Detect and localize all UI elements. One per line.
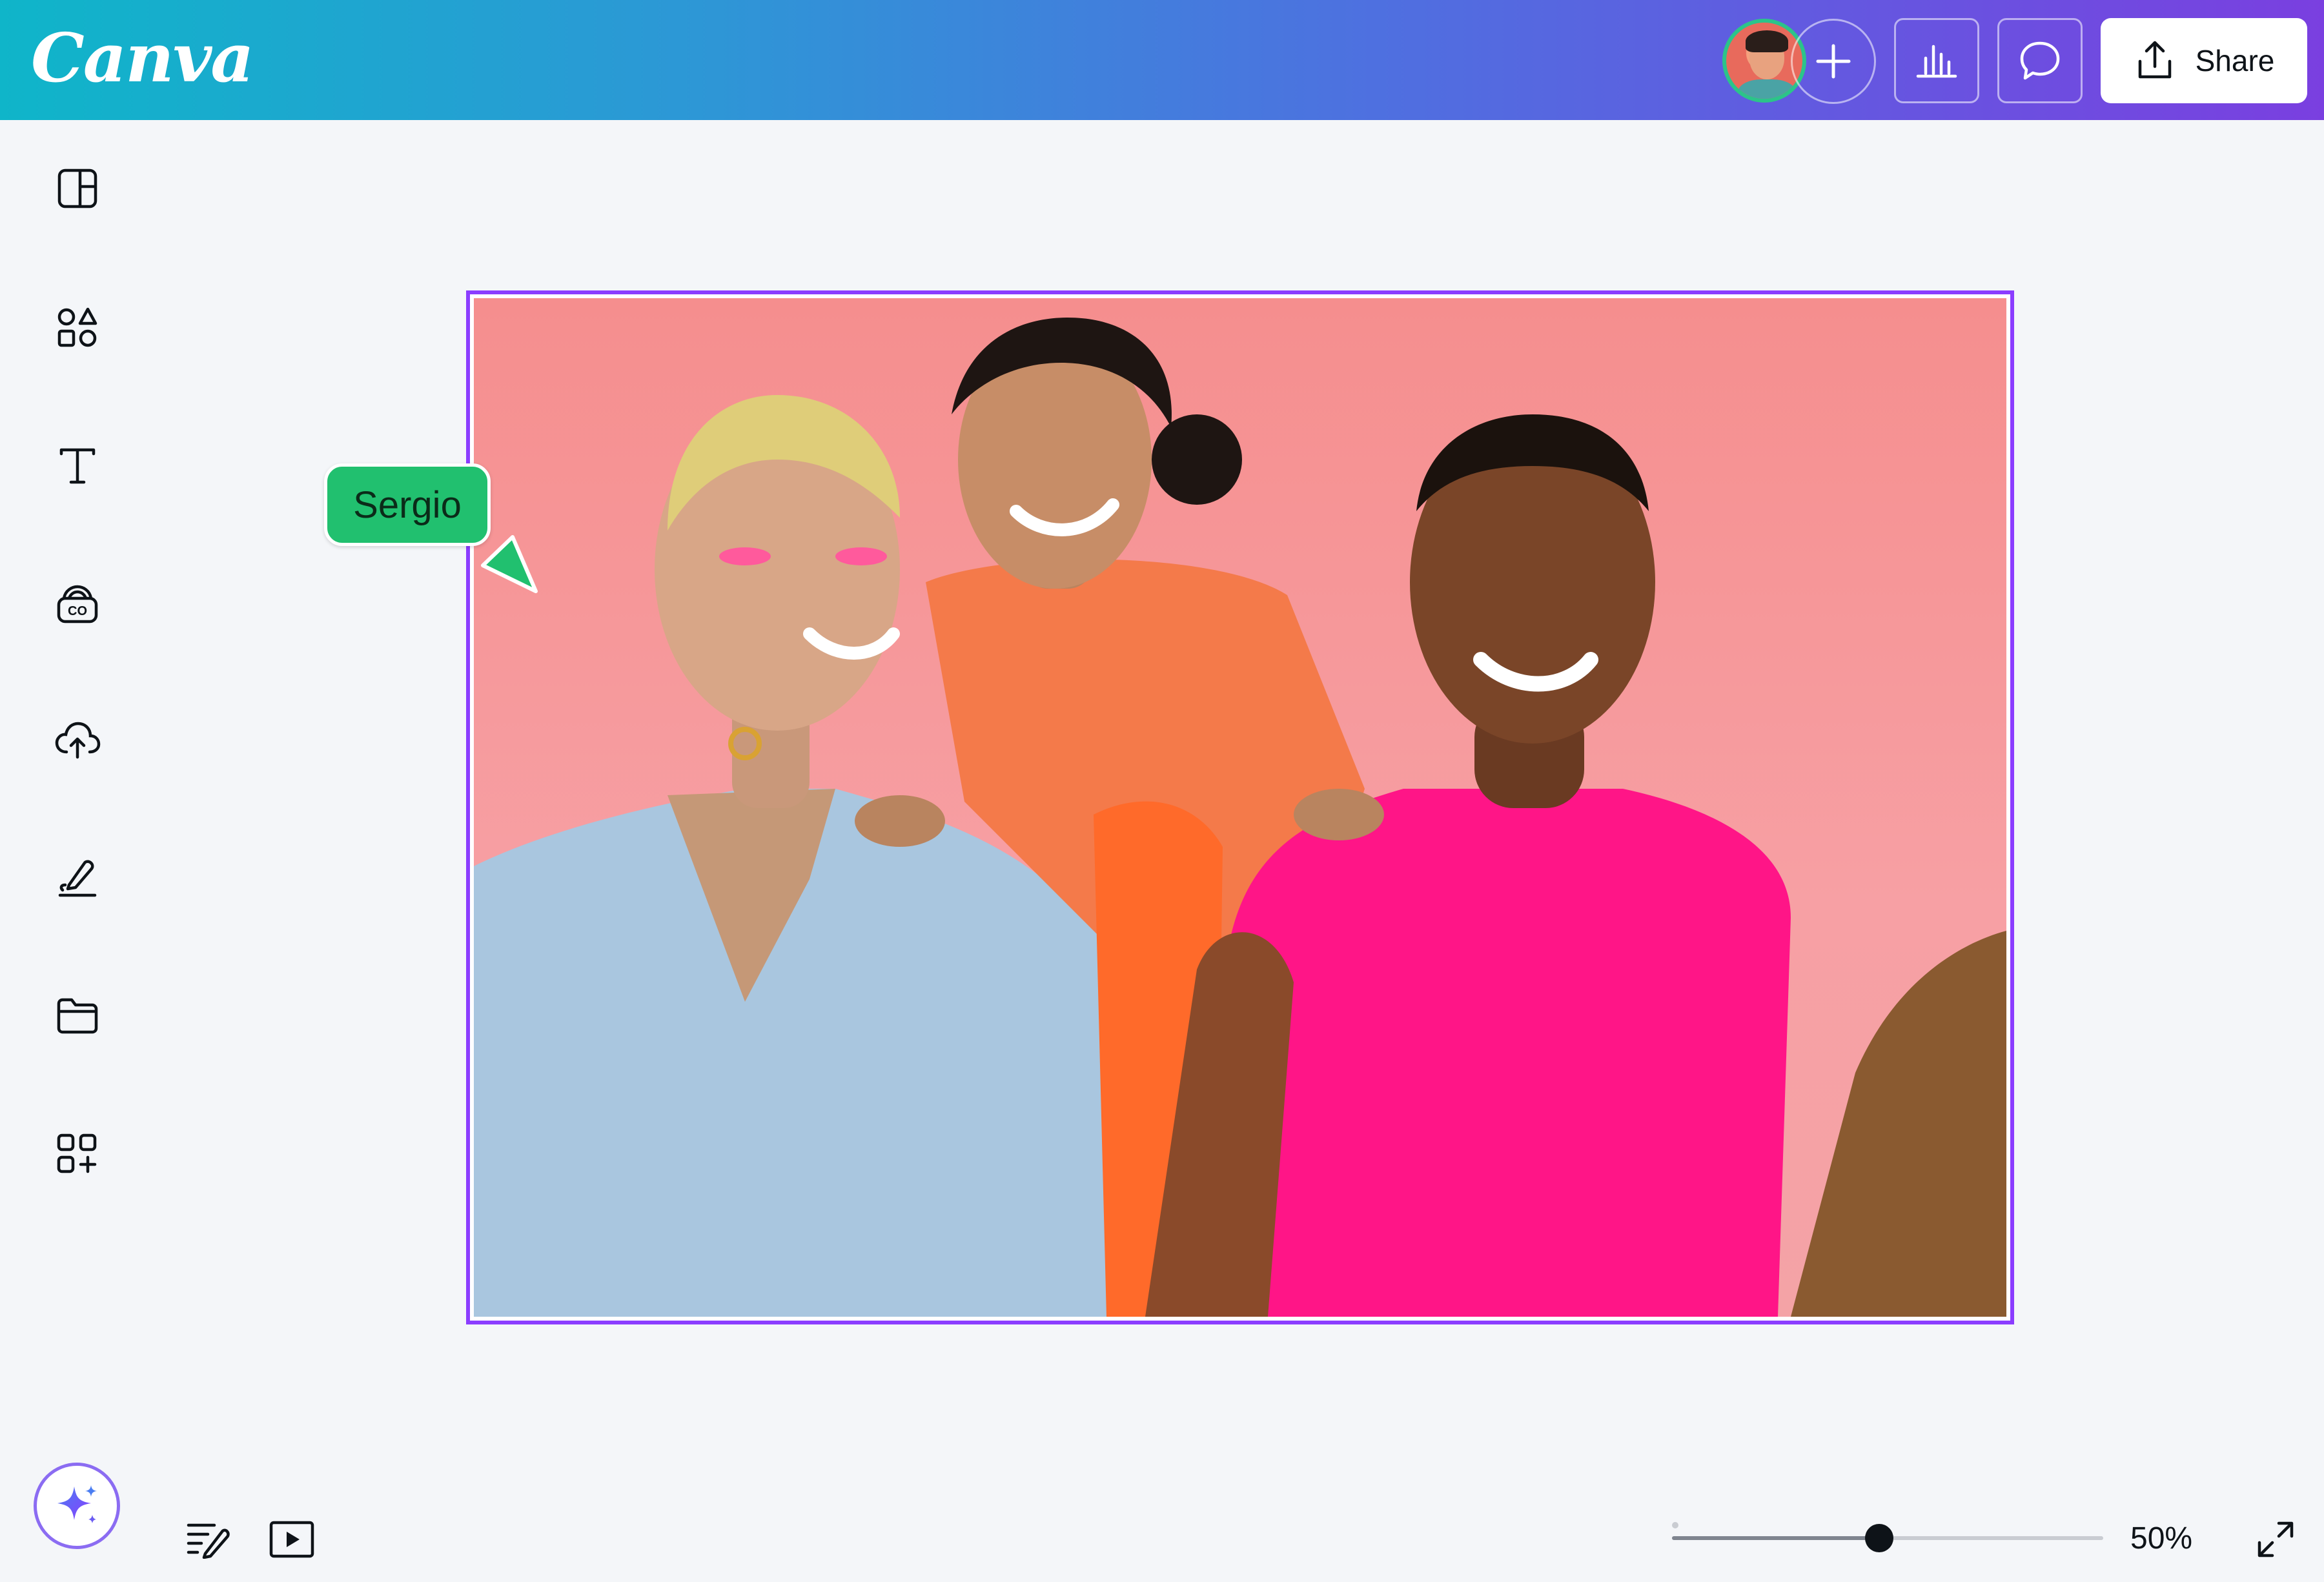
text-icon bbox=[59, 448, 96, 484]
shapes-icon bbox=[57, 307, 97, 347]
sparkle-icon bbox=[57, 1485, 97, 1523]
apps-icon bbox=[57, 1133, 97, 1173]
collaborator-cursor-icon bbox=[481, 535, 538, 593]
folder-icon bbox=[57, 998, 98, 1034]
notes-button[interactable] bbox=[182, 1517, 234, 1562]
layout-icon bbox=[57, 168, 97, 208]
brand-kit-icon: CO bbox=[57, 585, 98, 624]
share-button[interactable]: Share bbox=[2101, 18, 2307, 103]
sidebar-item-uploads[interactable] bbox=[53, 715, 102, 764]
comment-button[interactable] bbox=[1997, 18, 2083, 103]
share-label: Share bbox=[2195, 44, 2275, 77]
sidebar-item-text[interactable] bbox=[53, 441, 102, 491]
upload-icon bbox=[2138, 41, 2171, 79]
expand-icon bbox=[2258, 1521, 2294, 1557]
canva-logo[interactable]: Canva bbox=[31, 18, 254, 97]
zoom-min-marker bbox=[1672, 1522, 1678, 1528]
present-button[interactable] bbox=[266, 1517, 318, 1562]
svg-text:CO: CO bbox=[68, 604, 87, 618]
collaborator-tag: Sergio bbox=[324, 463, 491, 546]
design-page[interactable] bbox=[466, 290, 2014, 1324]
insights-button[interactable] bbox=[1894, 18, 1979, 103]
plus-icon bbox=[1816, 44, 1851, 79]
notes-icon bbox=[187, 1523, 230, 1559]
avatar-body bbox=[1738, 79, 1796, 99]
sidebar-item-projects[interactable] bbox=[53, 991, 102, 1040]
photo-illustration bbox=[474, 318, 2006, 1317]
collaborator-name: Sergio bbox=[353, 483, 462, 526]
zoom-slider[interactable] bbox=[1672, 1524, 2103, 1552]
zoom-slider-thumb[interactable] bbox=[1864, 1524, 1893, 1552]
top-bar: Canva Share bbox=[0, 0, 2324, 120]
add-collaborator-button[interactable] bbox=[1791, 19, 1876, 104]
draw-icon bbox=[58, 860, 97, 897]
sidebar-item-apps[interactable] bbox=[53, 1130, 102, 1179]
group-photo[interactable] bbox=[474, 298, 2006, 1317]
avatar-hair bbox=[1746, 30, 1788, 52]
play-icon bbox=[269, 1521, 314, 1558]
magic-button[interactable] bbox=[34, 1463, 120, 1549]
comment-icon bbox=[2020, 41, 2060, 80]
sidebar-item-elements[interactable] bbox=[53, 303, 102, 352]
sidebar-item-draw[interactable] bbox=[53, 853, 102, 902]
fullscreen-button[interactable] bbox=[2253, 1517, 2298, 1562]
bar-chart-icon bbox=[1916, 45, 1957, 78]
zoom-slider-fill bbox=[1672, 1536, 1879, 1540]
sidebar-item-design[interactable] bbox=[53, 164, 102, 213]
cloud-upload-icon bbox=[55, 722, 101, 759]
sidebar-item-brand[interactable]: CO bbox=[53, 580, 102, 629]
zoom-value[interactable]: 50% bbox=[2130, 1521, 2192, 1556]
